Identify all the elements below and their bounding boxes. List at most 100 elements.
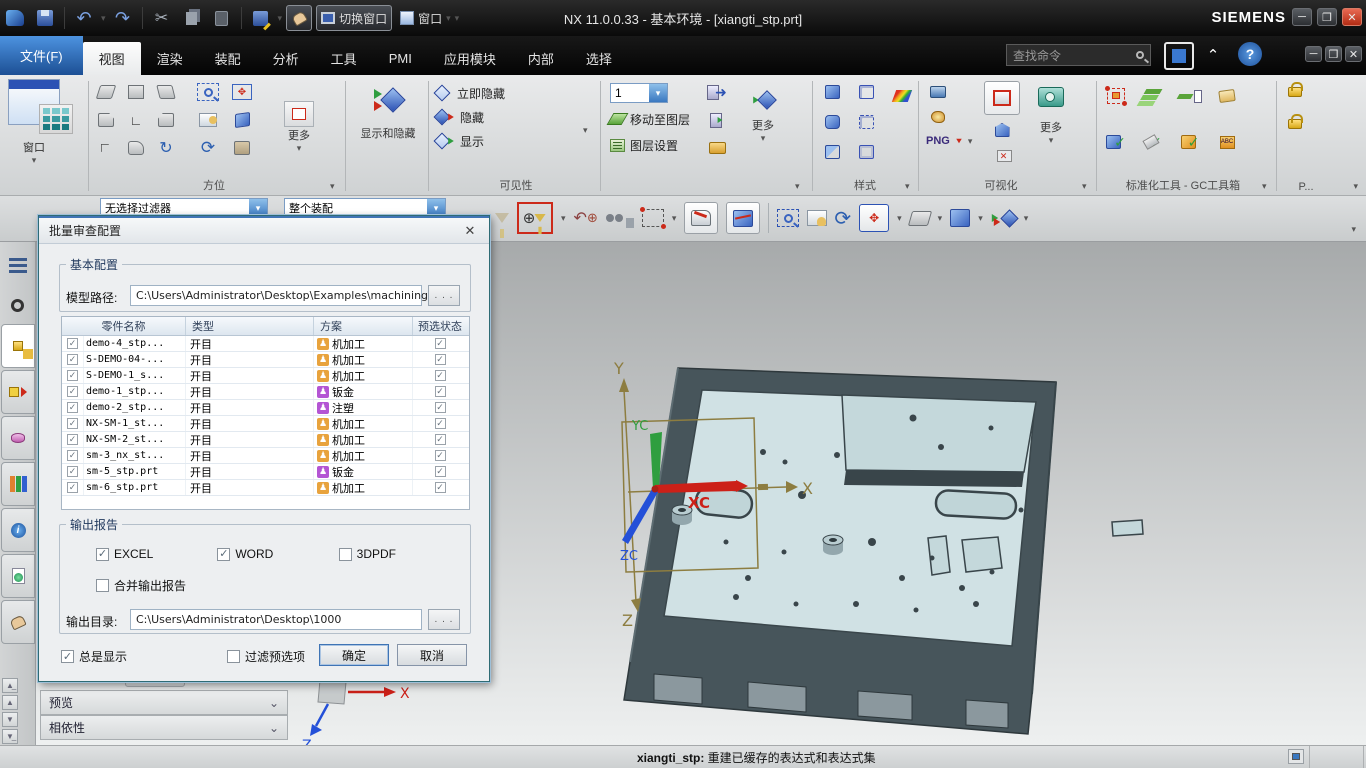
rotate-view-icon[interactable]: ⟳: [834, 202, 851, 234]
filter-preselect-checkbox[interactable]: 过滤预选项: [227, 648, 305, 665]
col-scheme[interactable]: 方案: [314, 317, 413, 335]
palette-icon[interactable]: [926, 106, 950, 128]
part-navigator-tab[interactable]: [1, 416, 35, 460]
save-displayed-dropdown-icon[interactable]: ▾: [278, 13, 283, 24]
menu-button[interactable]: [0, 242, 35, 288]
tab-6[interactable]: PMI: [373, 42, 428, 75]
format-checkbox-excel[interactable]: EXCEL: [96, 547, 217, 561]
col-preselect[interactable]: 预选状态: [413, 317, 467, 335]
table-row[interactable]: ✓S-DEMO-1_s...开目♟机加工✓: [62, 368, 469, 384]
assembly-navigator-tab[interactable]: [1, 324, 35, 368]
fit-window-button[interactable]: ✥: [859, 204, 889, 232]
hidden-edges-icon[interactable]: [854, 111, 878, 133]
annotation-note-icon[interactable]: [1215, 85, 1239, 107]
col-part-name[interactable]: 零件名称: [62, 317, 186, 335]
preview-panel-header[interactable]: 预览⌄: [40, 690, 288, 715]
web-browser-tab[interactable]: i: [1, 508, 35, 552]
orientation-more-button[interactable]: 更多▾: [284, 101, 314, 154]
zoom-icon[interactable]: [196, 81, 220, 103]
tool-check-icon[interactable]: ✓: [1141, 131, 1165, 153]
gc-dialog-launcher[interactable]: ▾: [1262, 181, 1267, 192]
layer-more-button[interactable]: 更多▾: [752, 93, 774, 144]
rectangle-select-icon[interactable]: [642, 202, 664, 234]
preselect-checkbox[interactable]: ✓: [435, 386, 446, 397]
hide-now-item[interactable]: 立即隐藏: [436, 81, 586, 105]
preselect-checkbox[interactable]: ✓: [435, 434, 446, 445]
shaded-edges-icon[interactable]: [820, 81, 844, 103]
preselect-checkbox[interactable]: ✓: [435, 338, 446, 349]
dialog-close-icon[interactable]: ✕: [461, 223, 479, 239]
half-shaded-icon[interactable]: [820, 141, 844, 163]
row-checkbox[interactable]: ✓: [67, 466, 78, 477]
table-row[interactable]: ✓sm-3_nx_st...开目♟机加工✓: [62, 448, 469, 464]
zoom-region-icon[interactable]: [777, 202, 799, 234]
view-dropdown-icon[interactable]: ▾: [938, 213, 943, 224]
fit-dropdown-icon[interactable]: ▾: [897, 213, 902, 224]
part-check-icon[interactable]: ✓: [1104, 131, 1128, 153]
table-row[interactable]: ✓NX-SM-1_st...开目♟机加工✓: [62, 416, 469, 432]
show-hide-quick-icon[interactable]: [991, 202, 1016, 234]
constraint-navigator-tab[interactable]: [1, 370, 35, 414]
table-row[interactable]: ✓sm-6_stp.prt开目♟机加工✓: [62, 480, 469, 496]
pan-view-icon[interactable]: [807, 202, 826, 234]
model-path-browse-button[interactable]: . . .: [428, 285, 460, 306]
doc-close-button[interactable]: ✕: [1345, 46, 1362, 62]
tab-1[interactable]: 视图: [83, 42, 141, 75]
view-left-icon[interactable]: ∟: [124, 109, 148, 131]
reset-filter-icon[interactable]: [495, 202, 509, 234]
switch-window-button[interactable]: 切换窗口: [316, 5, 392, 31]
table-row[interactable]: ✓demo-1_stp...开目♟钣金✓: [62, 384, 469, 400]
merge-report-checkbox[interactable]: 合并输出报告: [96, 577, 186, 594]
table-row[interactable]: ✓demo-4_stp...开目♟机加工✓: [62, 336, 469, 352]
row-checkbox[interactable]: ✓: [67, 450, 78, 461]
tab-2[interactable]: 渲染: [141, 42, 199, 75]
tab-4[interactable]: 分析: [257, 42, 315, 75]
touch-tab[interactable]: [1, 600, 35, 644]
visibility-expand-icon[interactable]: ▾: [583, 125, 588, 136]
close-button[interactable]: ✕: [1342, 8, 1362, 26]
view-right-icon[interactable]: [124, 137, 148, 159]
layer-standard-icon[interactable]: [1141, 85, 1165, 107]
orientation-dialog-launcher[interactable]: ▾: [330, 181, 335, 192]
replace-reference-icon[interactable]: [1104, 85, 1128, 107]
table-row[interactable]: ✓S-DEMO-04-...开目♟机加工✓: [62, 352, 469, 368]
perspective-icon[interactable]: [230, 109, 254, 131]
row-checkbox[interactable]: ✓: [67, 386, 78, 397]
tab-9[interactable]: 选择: [570, 42, 628, 75]
hide-item[interactable]: 隐藏: [436, 105, 586, 129]
scroll-up-icon[interactable]: ▲: [2, 695, 18, 710]
view-back-icon[interactable]: [154, 109, 178, 131]
selbar-overflow-icon[interactable]: ▾: [1351, 224, 1356, 235]
tab-7[interactable]: 应用模块: [428, 42, 512, 75]
cap-view-button[interactable]: [684, 202, 718, 234]
format-checkbox-3dpdf[interactable]: 3DPDF: [339, 547, 460, 561]
row-checkbox[interactable]: ✓: [67, 370, 78, 381]
scroll-down-icon[interactable]: ▼: [2, 712, 18, 727]
view-trimetric-icon[interactable]: [94, 81, 118, 103]
window-big-button[interactable]: 窗口▾: [8, 79, 60, 166]
abc-rename-icon[interactable]: ABC: [1215, 131, 1239, 153]
section-icon[interactable]: [230, 137, 254, 159]
navigator-scrollbar[interactable]: ▲̲ ▲ ▼ ▼̲: [2, 678, 18, 744]
undo-icon[interactable]: ↶: [71, 5, 97, 31]
preselect-checkbox[interactable]: ✓: [435, 354, 446, 365]
dialog-title-bar[interactable]: 批量审查配置 ✕: [39, 216, 489, 244]
reuse-library-tab[interactable]: [1, 462, 35, 506]
fit-view-icon[interactable]: ✥: [230, 81, 254, 103]
undo-dropdown-icon[interactable]: ▾: [101, 13, 106, 24]
render-style-icon[interactable]: [950, 202, 970, 234]
visualization-dialog-launcher[interactable]: ▾: [1082, 181, 1087, 192]
output-dir-input[interactable]: C:\Users\Administrator\Desktop\1000: [130, 609, 422, 630]
col-type[interactable]: 类型: [186, 317, 314, 335]
layer-dialog-launcher[interactable]: ▾: [795, 181, 800, 192]
history-tab[interactable]: [1, 554, 35, 598]
find-in-assembly-icon[interactable]: [606, 202, 634, 234]
window-indicator-icon[interactable]: [1288, 749, 1304, 764]
paste-icon[interactable]: [209, 5, 235, 31]
style-dialog-launcher[interactable]: ▾: [905, 181, 910, 192]
preselect-checkbox[interactable]: ✓: [435, 450, 446, 461]
always-show-checkbox[interactable]: 总是显示: [61, 648, 127, 665]
lock-icon[interactable]: [1288, 87, 1302, 97]
cancel-button[interactable]: 取消: [397, 644, 467, 666]
tab-3[interactable]: 装配: [199, 42, 257, 75]
